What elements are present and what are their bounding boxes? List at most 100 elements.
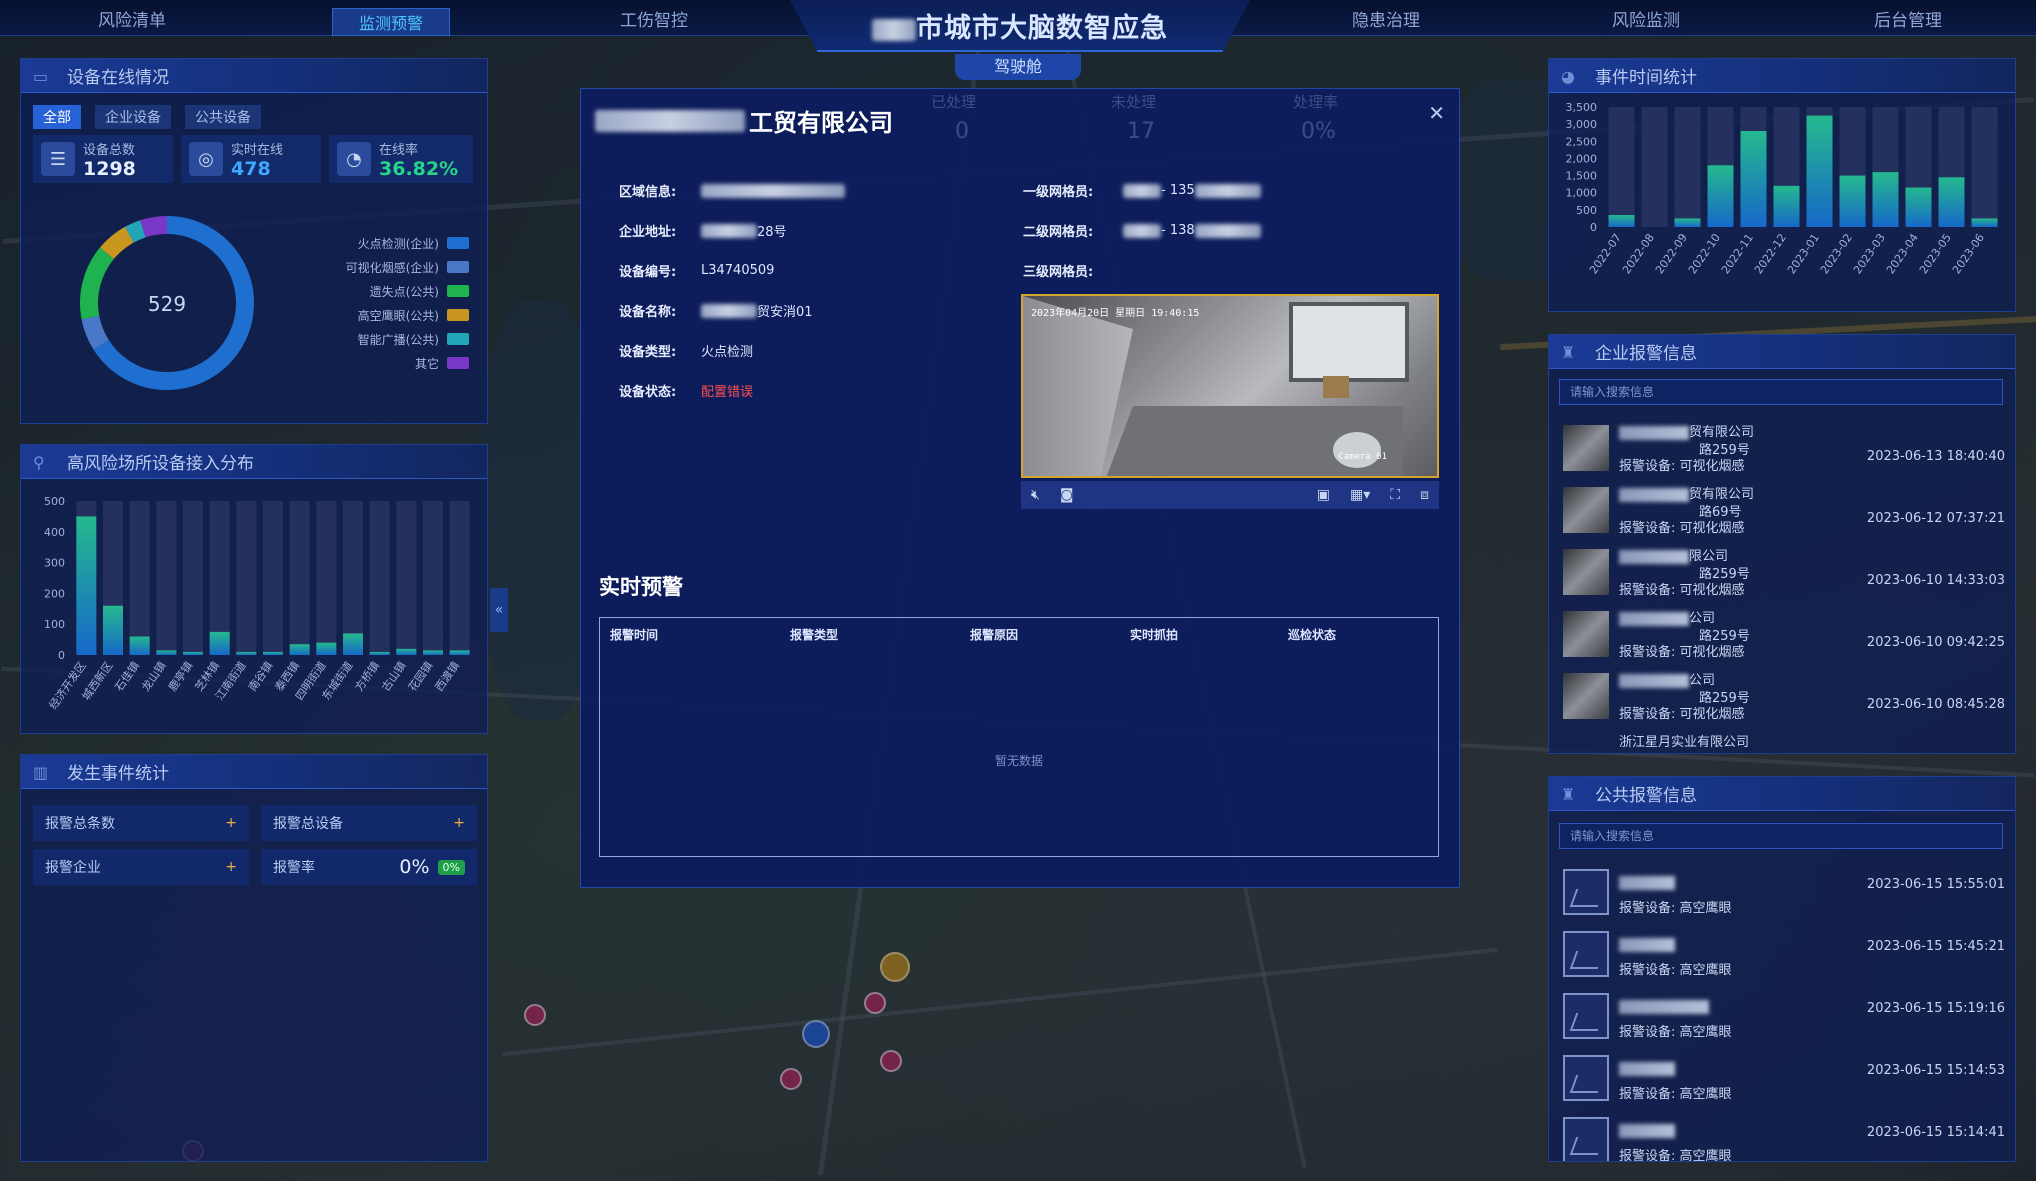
screen-capture-icon[interactable]: ⧈	[1420, 487, 1429, 503]
camera-video-player[interactable]: 2023年04月20日 星期日 19:40:15 Camera 01	[1021, 294, 1439, 478]
bar[interactable]	[1938, 177, 1965, 227]
bar[interactable]	[1872, 172, 1899, 227]
bar[interactable]	[423, 650, 443, 655]
bar[interactable]	[1674, 218, 1701, 227]
alarm-thumbnail[interactable]	[1563, 611, 1609, 657]
image-placeholder-icon[interactable]	[1563, 1117, 1609, 1161]
public-alarm-item[interactable]: 报警设备: 高空鹰眼 2023-06-15 15:19:16	[1559, 985, 2005, 1043]
bar[interactable]	[316, 642, 337, 655]
enterprise-search-input[interactable]: 请输入搜索信息	[1559, 379, 2003, 405]
alarm-thumbnail[interactable]	[1563, 487, 1609, 533]
donut-slice[interactable]	[125, 220, 146, 243]
donut-slice[interactable]	[140, 216, 168, 238]
donut-slice[interactable]	[99, 226, 135, 260]
enterprise-alarm-item[interactable]: 贸有限公司 路69号 报警设备: 可视化烟感 2023-06-12 07:37:21	[1559, 479, 2005, 537]
x-tick-label: 南谷镇	[245, 659, 275, 694]
collapse-left-panel-button[interactable]: «	[490, 588, 508, 632]
nav-injury-control[interactable]: 工伤智控	[620, 6, 688, 31]
info-value: 28号	[757, 225, 787, 240]
info-value: 配置错误	[701, 385, 754, 400]
alarm-thumbnail[interactable]	[1563, 549, 1609, 595]
fullscreen-icon[interactable]: ⛶	[1390, 487, 1400, 503]
donut-center-value: 529	[148, 292, 186, 316]
tab-enterprise-devices[interactable]: 企业设备	[95, 105, 171, 129]
alarm-thumbnail[interactable]	[1563, 425, 1609, 471]
bar[interactable]	[343, 633, 363, 655]
info-row: 设备类型: 火点检测	[619, 341, 753, 360]
enterprise-alarm-item[interactable]: 公司 路259号 报警设备: 可视化烟感 2023-06-10 08:45:28	[1559, 665, 2005, 723]
alarm-device: 报警设备: 高空鹰眼	[1619, 901, 1732, 916]
tab-all[interactable]: 全部	[33, 105, 81, 129]
info-label: 设备名称:	[619, 305, 677, 320]
nav-monitoring-warning[interactable]: 监测预警	[332, 8, 451, 36]
image-placeholder-icon[interactable]	[1563, 1055, 1609, 1101]
bar[interactable]	[396, 648, 417, 655]
y-tick-label: 400	[44, 526, 65, 539]
bar[interactable]	[103, 605, 123, 655]
x-tick-label: 方桥镇	[352, 659, 382, 694]
bar[interactable]	[236, 651, 257, 655]
x-tick-label: 石佳镇	[112, 659, 142, 694]
alarm-thumbnail[interactable]	[1563, 673, 1609, 719]
info-row: 设备状态: 配置错误	[619, 381, 753, 400]
tab-public-devices[interactable]: 公共设备	[185, 105, 261, 129]
stat-online-rate: ◔ 在线率 36.82%	[329, 135, 473, 183]
pie-icon: ◔	[337, 142, 371, 176]
panel-header: ⚲ 高风险场所设备接入分布	[21, 445, 487, 479]
bar[interactable]	[369, 651, 390, 655]
bar[interactable]	[129, 636, 150, 655]
panel-header: ▭ 设备在线情况	[21, 59, 487, 93]
ghost-label: 已处理	[931, 93, 977, 111]
ghost-value: 17	[1127, 119, 1155, 144]
cockpit-button[interactable]: 驾驶舱	[955, 54, 1081, 80]
public-alarm-item[interactable]: 报警设备: 高空鹰眼 2023-06-15 15:45:21	[1559, 923, 2005, 981]
legend-swatch	[447, 333, 469, 345]
info-label: 三级网格员:	[1023, 265, 1094, 280]
nav-risk-list[interactable]: 风险清单	[98, 6, 166, 31]
bar[interactable]	[1773, 185, 1800, 227]
bar[interactable]	[1608, 215, 1635, 227]
mute-icon[interactable]: 🔇︎	[1031, 487, 1040, 503]
image-placeholder-icon[interactable]	[1563, 869, 1609, 915]
public-alarm-item[interactable]: 报警设备: 高空鹰眼 2023-06-15 15:55:01	[1559, 861, 2005, 919]
image-placeholder-icon[interactable]	[1563, 993, 1609, 1039]
bar[interactable]	[1740, 131, 1767, 227]
bar[interactable]	[263, 651, 283, 655]
bar[interactable]	[156, 650, 177, 655]
enterprise-alarm-item[interactable]: 限公司 路259号 报警设备: 可视化烟感 2023-06-10 14:33:03	[1559, 541, 2005, 599]
bar[interactable]	[1806, 115, 1833, 227]
donut-slice[interactable]	[81, 315, 109, 350]
info-row: 区域信息:	[619, 181, 845, 200]
public-alarm-item[interactable]: 报警设备: 高空鹰眼 2023-06-15 15:14:41	[1559, 1109, 2005, 1161]
record-icon[interactable]: ▣	[1317, 487, 1330, 503]
ghost-label: 处理率	[1293, 93, 1339, 111]
bar[interactable]	[289, 644, 310, 655]
snapshot-icon[interactable]: ◙	[1060, 487, 1074, 503]
nav-admin[interactable]: 后台管理	[1874, 6, 1942, 31]
nav-risk-monitoring[interactable]: 风险监测	[1612, 6, 1680, 31]
bar[interactable]	[1707, 165, 1734, 227]
bar[interactable]	[76, 516, 97, 655]
public-alarm-item[interactable]: 报警设备: 高空鹰眼 2023-06-15 15:14:53	[1559, 1047, 2005, 1105]
bar[interactable]	[1971, 218, 1998, 227]
nav-hazard-governance[interactable]: 隐患治理	[1352, 6, 1420, 31]
donut-slice[interactable]	[80, 247, 115, 320]
cell-label: 报警总设备	[273, 816, 343, 832]
bar[interactable]	[1839, 175, 1866, 227]
bar-background	[343, 501, 363, 655]
enterprise-alarm-item[interactable]: 公司 路259号 报警设备: 可视化烟感 2023-06-10 09:42:25	[1559, 603, 2005, 661]
alarm-location	[1619, 1123, 1675, 1138]
bar-background	[316, 501, 337, 655]
layout-icon[interactable]: ▦▾	[1350, 487, 1370, 503]
table-header-type: 报警类型	[790, 628, 839, 642]
bar[interactable]	[1905, 187, 1932, 227]
bar[interactable]	[449, 650, 470, 655]
bar[interactable]	[209, 631, 230, 655]
image-placeholder-icon[interactable]	[1563, 931, 1609, 977]
public-search-input[interactable]: 请输入搜索信息	[1559, 823, 2003, 849]
bar[interactable]	[183, 651, 203, 655]
close-icon[interactable]: ✕	[1428, 101, 1445, 125]
x-tick-label: 龙山镇	[138, 659, 168, 694]
panel-title: 设备在线情况	[67, 68, 169, 88]
enterprise-alarm-item[interactable]: 贸有限公司 路259号 报警设备: 可视化烟感 2023-06-13 18:40:40	[1559, 417, 2005, 475]
